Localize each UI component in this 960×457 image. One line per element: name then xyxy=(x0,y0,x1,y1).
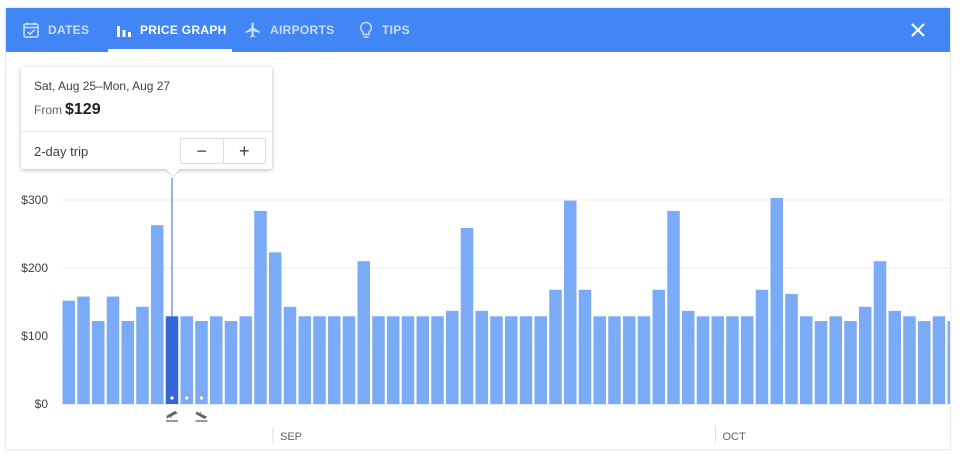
lightbulb-icon xyxy=(358,21,374,39)
y-tick-label: $0 xyxy=(35,397,49,411)
price-bar[interactable] xyxy=(416,316,430,404)
price-bar[interactable] xyxy=(711,316,725,404)
tab-price-graph-label: PRICE GRAPH xyxy=(140,23,227,37)
price-bar[interactable] xyxy=(269,252,282,404)
price-bar[interactable] xyxy=(505,316,518,404)
close-icon[interactable] xyxy=(908,20,928,40)
price-bar[interactable] xyxy=(726,316,739,404)
decrease-trip-button[interactable]: − xyxy=(181,139,223,163)
selected-dates-text: Sat, Aug 25–Mon, Aug 27 xyxy=(34,79,171,93)
price-bar[interactable] xyxy=(239,316,253,404)
price-bar[interactable] xyxy=(637,316,651,404)
price-bar[interactable] xyxy=(519,316,533,404)
card-pointer xyxy=(166,169,180,176)
price-bar[interactable] xyxy=(534,316,548,404)
trip-length-label: 2-day trip xyxy=(34,144,89,159)
trip-day-dot xyxy=(199,396,204,400)
price-bar[interactable] xyxy=(903,316,916,404)
month-label: SEP xyxy=(280,431,302,443)
price-bar[interactable] xyxy=(770,197,784,404)
price-bar[interactable] xyxy=(696,316,710,404)
bar-chart-icon xyxy=(116,22,132,38)
price-bar[interactable] xyxy=(741,316,754,404)
price-bar[interactable] xyxy=(446,310,459,404)
price-bar[interactable] xyxy=(755,289,769,404)
price-bar[interactable] xyxy=(431,316,444,404)
price-bar[interactable] xyxy=(888,310,902,404)
price-bar[interactable] xyxy=(254,210,267,404)
price-bar[interactable] xyxy=(475,310,489,404)
trip-length-stepper: − + xyxy=(180,138,266,164)
price-bar[interactable] xyxy=(623,316,636,404)
price-bar[interactable] xyxy=(210,316,223,404)
price-bar[interactable] xyxy=(608,316,621,404)
selected-price-bar[interactable] xyxy=(165,316,179,404)
lowest-price: $129 xyxy=(65,101,101,118)
price-bar[interactable] xyxy=(800,316,813,404)
price-bar[interactable] xyxy=(652,289,666,404)
departure-flight-icon xyxy=(166,411,178,422)
price-bar[interactable] xyxy=(490,316,503,404)
price-bar[interactable] xyxy=(682,310,695,404)
month-label: OCT xyxy=(723,431,747,443)
price-bar[interactable] xyxy=(121,321,135,404)
price-bar[interactable] xyxy=(298,316,312,404)
price-bar[interactable] xyxy=(62,300,76,404)
price-bar[interactable] xyxy=(460,227,474,404)
tab-bar: DATES PRICE GRAPH AIRPORTS TIPS xyxy=(6,8,950,52)
tab-tips[interactable]: TIPS xyxy=(358,8,410,52)
tab-dates-label: DATES xyxy=(48,23,90,37)
price-bar[interactable] xyxy=(224,321,238,404)
price-bar[interactable] xyxy=(829,316,843,404)
price-bar[interactable] xyxy=(947,321,951,404)
from-label: From xyxy=(34,103,62,117)
price-bar[interactable] xyxy=(578,289,592,404)
selected-dates-card: Sat, Aug 25–Mon, Aug 27 From $129 2-day t… xyxy=(21,67,272,169)
price-bar[interactable] xyxy=(859,306,872,404)
price-bar[interactable] xyxy=(918,321,931,404)
price-bar[interactable] xyxy=(549,289,562,404)
price-bar[interactable] xyxy=(357,261,371,404)
trip-day-dot xyxy=(185,396,189,400)
trip-day-dot xyxy=(170,396,174,400)
price-bar[interactable] xyxy=(195,321,208,404)
airplane-icon xyxy=(244,21,262,39)
price-row: From $129 xyxy=(34,101,101,119)
y-tick-label: $300 xyxy=(21,193,48,207)
price-bar[interactable] xyxy=(593,316,607,404)
tab-price-graph[interactable]: PRICE GRAPH xyxy=(108,8,232,52)
calendar-icon xyxy=(22,21,40,39)
price-bar[interactable] xyxy=(92,321,105,404)
price-graph-panel: DATES PRICE GRAPH AIRPORTS TIPS $300 $20… xyxy=(6,8,950,449)
price-bar[interactable] xyxy=(844,321,857,404)
increase-trip-button[interactable]: + xyxy=(224,139,266,163)
price-bar[interactable] xyxy=(283,306,297,404)
price-bar[interactable] xyxy=(873,261,887,404)
price-bar[interactable] xyxy=(180,316,194,404)
price-bar[interactable] xyxy=(313,316,326,404)
price-bar[interactable] xyxy=(342,316,356,404)
price-bar[interactable] xyxy=(814,321,828,404)
card-divider xyxy=(21,131,272,132)
price-bar[interactable] xyxy=(387,316,400,404)
tab-tips-label: TIPS xyxy=(382,23,410,37)
price-bar[interactable] xyxy=(106,296,120,404)
tab-dates[interactable]: DATES xyxy=(22,8,89,52)
price-bar[interactable] xyxy=(328,316,341,404)
tab-airports-label: AIRPORTS xyxy=(270,23,335,37)
y-tick-label: $200 xyxy=(21,261,48,275)
price-bar[interactable] xyxy=(77,296,90,404)
price-bar[interactable] xyxy=(151,225,164,404)
return-flight-icon xyxy=(195,411,208,422)
price-bar[interactable] xyxy=(667,210,680,404)
price-bar[interactable] xyxy=(136,306,149,404)
price-bar[interactable] xyxy=(401,316,415,404)
price-bar[interactable] xyxy=(564,200,577,404)
price-bar[interactable] xyxy=(785,293,798,404)
price-bar[interactable] xyxy=(372,316,385,404)
price-bar[interactable] xyxy=(932,316,946,404)
tab-airports[interactable]: AIRPORTS xyxy=(244,8,334,52)
y-tick-label: $100 xyxy=(21,329,48,343)
